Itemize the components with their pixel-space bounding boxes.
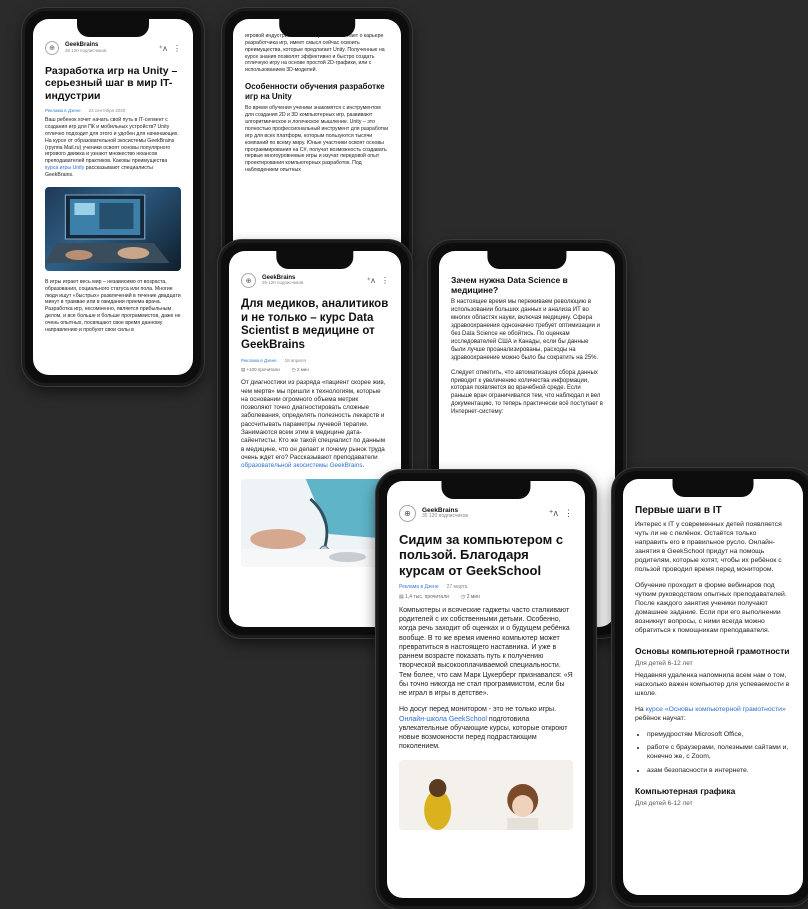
- channel-header: ⊕ GeekBrains 35 120 подписчиков ⁺ʌ ⋮: [399, 505, 573, 522]
- article-paragraph: Обучение проходит в форме вебинаров под …: [635, 581, 787, 634]
- phone-screen-2: игровой индустрии. Если ваш ребенок мечт…: [233, 19, 401, 263]
- list-item: премудростям Microsoft Office,: [647, 731, 791, 740]
- read-time: ◷ 2 мин: [460, 593, 480, 600]
- channel-subscribers: 35 120 подписчиков: [422, 513, 469, 520]
- article-paragraph: Но досуг перед монитором - это не только…: [399, 706, 568, 751]
- article-paragraph: На курсе «Основы компьютерной грамотност…: [635, 705, 786, 722]
- subscribe-icon[interactable]: ⁺ʌ: [159, 44, 167, 53]
- course-link[interactable]: курса игры Unity: [45, 165, 84, 171]
- more-icon[interactable]: ⋮: [564, 508, 573, 519]
- article-paragraph: Ваш ребенок хочет начать свой путь в IT-…: [45, 117, 179, 178]
- section-heading: Первые шаги в IT: [635, 505, 722, 516]
- phone-notch: [487, 251, 567, 269]
- ad-category[interactable]: Реклама в Дзене: [45, 108, 81, 113]
- age-label-1: Для детей 6-12 лет: [635, 659, 693, 667]
- phone-notch: [279, 19, 355, 37]
- article-title: Для медиков, аналитиков и не только – ку…: [241, 298, 389, 351]
- channel-subscribers: 35 120 подписчиков: [65, 47, 107, 53]
- phone-screen-6: Первые шаги в IT Интерес к IT у современ…: [623, 479, 803, 895]
- phone-notch: [441, 481, 531, 499]
- views-count: ▤ +100 прочитали: [241, 367, 280, 373]
- phone-screen-1: ⊕ GeekBrains 35 120 подписчиков ⁺ʌ ⋮ Раз…: [33, 19, 193, 375]
- article-date: 27 марта: [446, 583, 468, 590]
- kids-photo: [399, 759, 573, 830]
- phone-screen-5: ⊕ GeekBrains 35 120 подписчиков ⁺ʌ ⋮ Сид…: [387, 481, 585, 898]
- channel-subscribers: 35 120 подписчиков: [262, 280, 304, 286]
- views-count: ▤ 1,4 тыс. прочитали: [399, 593, 449, 600]
- subscribe-icon[interactable]: ⁺ʌ: [367, 276, 375, 285]
- section-heading: Особенности обучения разработке игр на U…: [245, 82, 385, 101]
- article-paragraph: От диагностики из разряда «пациент скоре…: [241, 379, 386, 470]
- article-paragraph: В настоящее время мы переживаем революци…: [451, 299, 600, 361]
- phone-notch: [77, 19, 149, 37]
- course-heading-2: Компьютерная графика: [635, 785, 736, 796]
- course-heading-1: Основы компьютерной грамотности: [635, 645, 790, 656]
- ad-category[interactable]: Реклама в Дзене: [241, 358, 277, 363]
- school-link[interactable]: Онлайн-школа GeekSchool: [399, 716, 487, 723]
- article-paragraph: Недавняя удаленка напомнила всем нам о т…: [635, 671, 790, 697]
- article-paragraph: В игры играет весь мир – независимо от в…: [45, 278, 181, 333]
- section-heading: Зачем нужна Data Science в медицине?: [451, 275, 568, 296]
- phone-notch: [276, 251, 354, 269]
- course-link[interactable]: курсе «Основы компьютерной грамотности»: [646, 706, 786, 713]
- age-label-2: Для детей 6-12 лет: [635, 800, 693, 808]
- channel-avatar[interactable]: ⊕: [45, 41, 59, 55]
- phone-mockup-2: игровой индустрии. Если ваш ребенок мечт…: [222, 8, 412, 274]
- channel-avatar[interactable]: ⊕: [241, 273, 256, 288]
- list-item: азам безопасности в интернете.: [647, 767, 791, 776]
- read-time: ◷ 2 мин: [291, 367, 309, 373]
- more-icon[interactable]: ⋮: [173, 44, 181, 53]
- article-paragraph: Компьютеры и всяческие гаджеты часто ста…: [399, 606, 573, 698]
- ad-category[interactable]: Реклама в Дзене: [399, 584, 439, 590]
- phone-mockup-6: Первые шаги в IT Интерес к IT у современ…: [612, 468, 808, 906]
- list-item: работе с браузерами, полезными сайтами и…: [647, 744, 791, 762]
- ecosystem-link[interactable]: образовательной экосистемы GeekBrains: [241, 462, 362, 469]
- channel-header: ⊕ GeekBrains 35 120 подписчиков ⁺ʌ ⋮: [241, 273, 389, 288]
- article-title: Сидим за компьютером с пользой. Благодар…: [399, 532, 564, 578]
- more-icon[interactable]: ⋮: [381, 276, 389, 285]
- article-date: 23 сентября 2020: [88, 108, 126, 114]
- article-date: 18 апреля: [284, 358, 306, 364]
- phone-mockup-1: ⊕ GeekBrains 35 120 подписчиков ⁺ʌ ⋮ Раз…: [22, 8, 204, 386]
- laptop-photo: [45, 186, 181, 271]
- article-paragraph: Следует отметить, что автоматизация сбор…: [451, 369, 603, 416]
- phone-notch: [672, 479, 754, 497]
- article-paragraph: игровой индустрии. Если ваш ребенок мечт…: [245, 33, 385, 74]
- skills-list: премудростям Microsoft Office, работе с …: [635, 731, 791, 776]
- article-title: Разработка игр на Unity – серьезный шаг …: [45, 65, 178, 102]
- channel-avatar[interactable]: ⊕: [399, 505, 416, 522]
- medical-photo: [241, 478, 389, 567]
- subscribe-icon[interactable]: ⁺ʌ: [549, 508, 558, 519]
- article-paragraph: Интерес к IT у современных детей появляе…: [635, 521, 782, 573]
- article-paragraph: Во время обучения ученики знакомятся с и…: [245, 105, 389, 174]
- phone-mockup-5: ⊕ GeekBrains 35 120 подписчиков ⁺ʌ ⋮ Сид…: [376, 470, 596, 909]
- channel-header: ⊕ GeekBrains 35 120 подписчиков ⁺ʌ ⋮: [45, 41, 181, 55]
